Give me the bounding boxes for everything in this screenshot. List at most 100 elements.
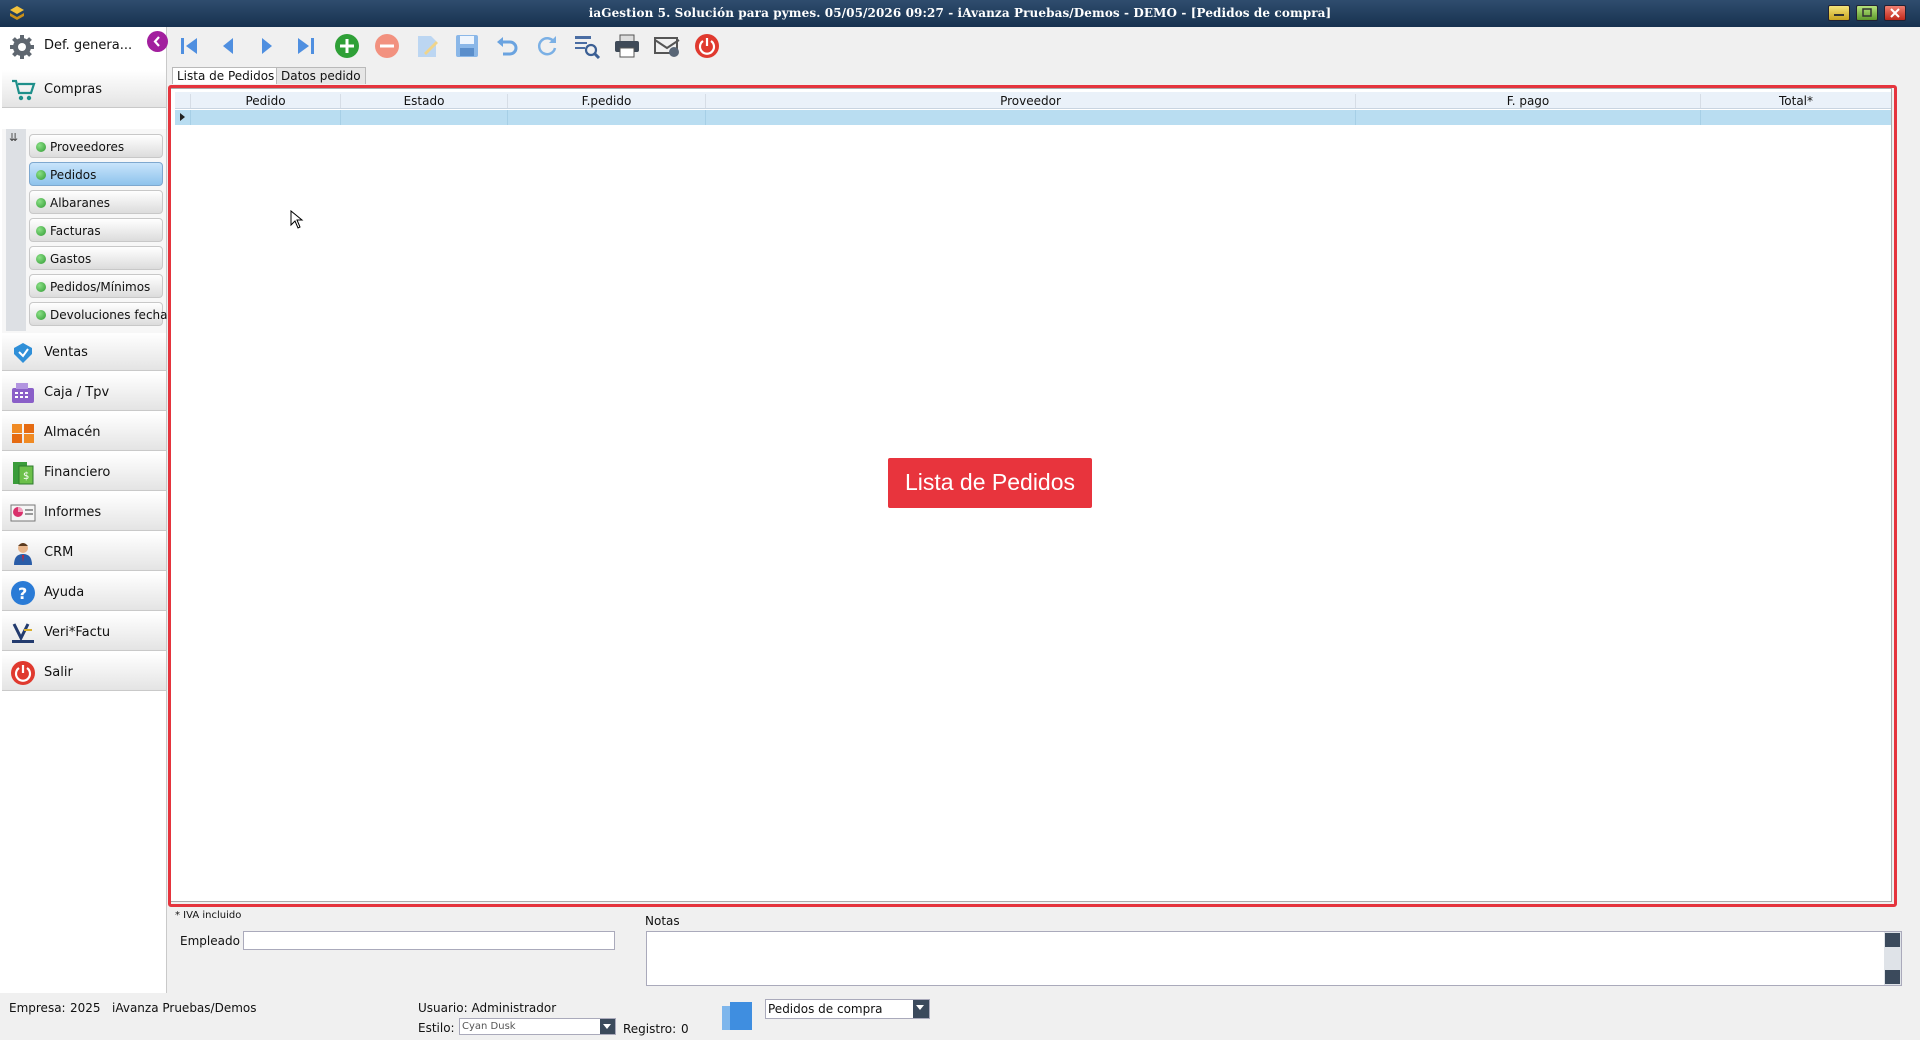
sidebar-item-label: Ventas — [44, 345, 88, 360]
save-button[interactable] — [452, 31, 482, 61]
notas-label: Notas — [645, 914, 680, 928]
scroll-up-button[interactable] — [1885, 933, 1900, 947]
table-cell[interactable] — [341, 110, 508, 125]
refresh-button[interactable] — [532, 31, 562, 61]
submenu-item-facturas[interactable]: Facturas — [29, 218, 163, 242]
submenu-item-gastos[interactable]: Gastos — [29, 246, 163, 270]
column-header-proveedor[interactable]: Proveedor — [706, 94, 1356, 108]
delete-record-button[interactable] — [372, 31, 402, 61]
chevron-down-icon[interactable] — [913, 1000, 929, 1018]
column-header-pedido[interactable]: Pedido — [191, 94, 341, 108]
sidebar-item-compras[interactable]: Compras — [2, 70, 166, 108]
column-header-total[interactable]: Total* — [1701, 94, 1891, 108]
tab-lista-de-pedidos[interactable]: Lista de Pedidos — [172, 67, 280, 84]
submenu-item-label: Devoluciones fecha — [50, 308, 168, 322]
sidebar-item-crm[interactable]: CRM — [2, 533, 166, 571]
module-select[interactable]: Pedidos de compra — [765, 999, 930, 1019]
status-bar: Empresa: 2025 iAvanza Pruebas/Demos Usua… — [0, 993, 1920, 1040]
window-title: iaGestion 5. Solución para pymes. 05/05/… — [588, 6, 1332, 20]
general-settings-label: Def. genera... — [44, 38, 133, 53]
gear-icon — [10, 35, 34, 59]
sidebar-item-label: Ayuda — [44, 585, 85, 600]
submenu-item-proveedores[interactable]: Proveedores — [29, 134, 163, 158]
double-chevron-up-icon[interactable]: ⇊ — [9, 131, 18, 144]
table-cell[interactable] — [706, 110, 1356, 125]
title-bar: iaGestion 5. Solución para pymes. 05/05/… — [0, 0, 1920, 27]
first-record-button[interactable] — [174, 31, 204, 61]
submenu-item-label: Pedidos — [50, 168, 97, 182]
submenu-item-label: Proveedores — [50, 140, 125, 154]
svg-text:$: $ — [23, 471, 29, 482]
sidebar-item-label: Informes — [44, 505, 102, 520]
tab-datos-pedido[interactable]: Datos pedido — [276, 67, 366, 84]
print-button[interactable] — [612, 31, 642, 61]
table-cell[interactable] — [508, 110, 706, 125]
power-icon — [11, 661, 35, 685]
submenu-item-pedidos[interactable]: Pedidos — [29, 162, 163, 186]
chevron-down-icon[interactable] — [600, 1019, 615, 1034]
sidebar-item-ayuda[interactable]: ? Ayuda — [2, 573, 166, 611]
submenu-item-albaranes[interactable]: Albaranes — [29, 190, 163, 214]
submenu-item-label: Gastos — [50, 252, 92, 266]
sidebar-item-caja-tpv[interactable]: Caja / Tpv — [2, 373, 166, 411]
cart-icon — [12, 79, 36, 101]
sidebar-item-almacen[interactable]: Almacén — [2, 413, 166, 451]
status-dot-icon — [36, 310, 46, 320]
add-record-button[interactable] — [332, 31, 362, 61]
last-record-button[interactable] — [291, 31, 321, 61]
sidebar-item-ventas[interactable]: Ventas — [2, 333, 166, 371]
first-record-icon — [181, 38, 197, 54]
sales-icon — [14, 343, 32, 363]
notas-textarea[interactable] — [646, 931, 1902, 986]
sidebar-item-salir[interactable]: Salir — [2, 653, 166, 691]
estilo-value: Cyan Dusk — [462, 1021, 516, 1032]
undo-button[interactable] — [492, 31, 522, 61]
notas-scrollbar[interactable] — [1884, 932, 1901, 985]
sidebar-item-label: CRM — [44, 545, 74, 560]
sidebar-item-financiero[interactable]: $ Financiero — [2, 453, 166, 491]
estilo-select[interactable]: Cyan Dusk — [459, 1018, 616, 1035]
add-icon — [335, 34, 359, 58]
empleado-field[interactable] — [243, 931, 615, 950]
money-icon: $ — [13, 462, 34, 485]
collapse-sidebar-button[interactable] — [147, 31, 168, 52]
empleado-label: Empleado — [180, 934, 240, 948]
status-dot-icon — [36, 142, 46, 152]
grid-header-indicator — [175, 94, 191, 108]
sidebar-item-informes[interactable]: Informes — [2, 493, 166, 531]
usuario-text: Usuario: Administrador — [418, 1001, 557, 1015]
search-list-button[interactable] — [572, 31, 602, 61]
annotation-callout: Lista de Pedidos — [888, 458, 1092, 508]
tools-button[interactable] — [652, 31, 682, 61]
close-button[interactable] — [1884, 5, 1906, 21]
sidebar-item-label: Veri*Factu — [44, 625, 111, 640]
submenu-item-pedidos-minimos[interactable]: Pedidos/Mínimos — [29, 274, 163, 298]
table-cell[interactable] — [191, 110, 341, 125]
minimize-button[interactable] — [1828, 5, 1850, 21]
toolbar — [168, 27, 1920, 65]
column-header-f-pedido[interactable]: F.pedido — [508, 94, 706, 108]
sidebar-general-settings[interactable]: Def. genera... — [0, 27, 168, 65]
table-cell[interactable] — [1356, 110, 1701, 125]
scroll-down-button[interactable] — [1885, 970, 1900, 984]
sidebar-item-label: Salir — [44, 665, 73, 680]
maximize-icon — [1862, 8, 1872, 17]
mouse-cursor-icon — [290, 210, 304, 229]
next-record-button[interactable] — [252, 31, 282, 61]
sidebar-item-verifactu[interactable]: Veri*Factu — [2, 613, 166, 651]
edit-record-button[interactable] — [412, 31, 442, 61]
estilo-label: Estilo: — [418, 1021, 455, 1035]
delete-icon — [375, 34, 399, 58]
tools-icon — [654, 37, 680, 57]
previous-record-button[interactable] — [213, 31, 243, 61]
svg-text:?: ? — [18, 584, 27, 603]
empresa-label: Empresa: — [9, 1001, 66, 1015]
iva-note: * IVA incluido — [175, 910, 242, 921]
submenu-item-devoluciones-fecha[interactable]: Devoluciones fecha — [29, 302, 168, 326]
exit-button[interactable] — [692, 31, 722, 61]
sidebar-item-label: Financiero — [44, 465, 111, 480]
column-header-estado[interactable]: Estado — [341, 94, 508, 108]
maximize-button[interactable] — [1856, 5, 1878, 21]
table-row[interactable] — [175, 110, 1891, 125]
column-header-f-pago[interactable]: F. pago — [1356, 94, 1701, 108]
